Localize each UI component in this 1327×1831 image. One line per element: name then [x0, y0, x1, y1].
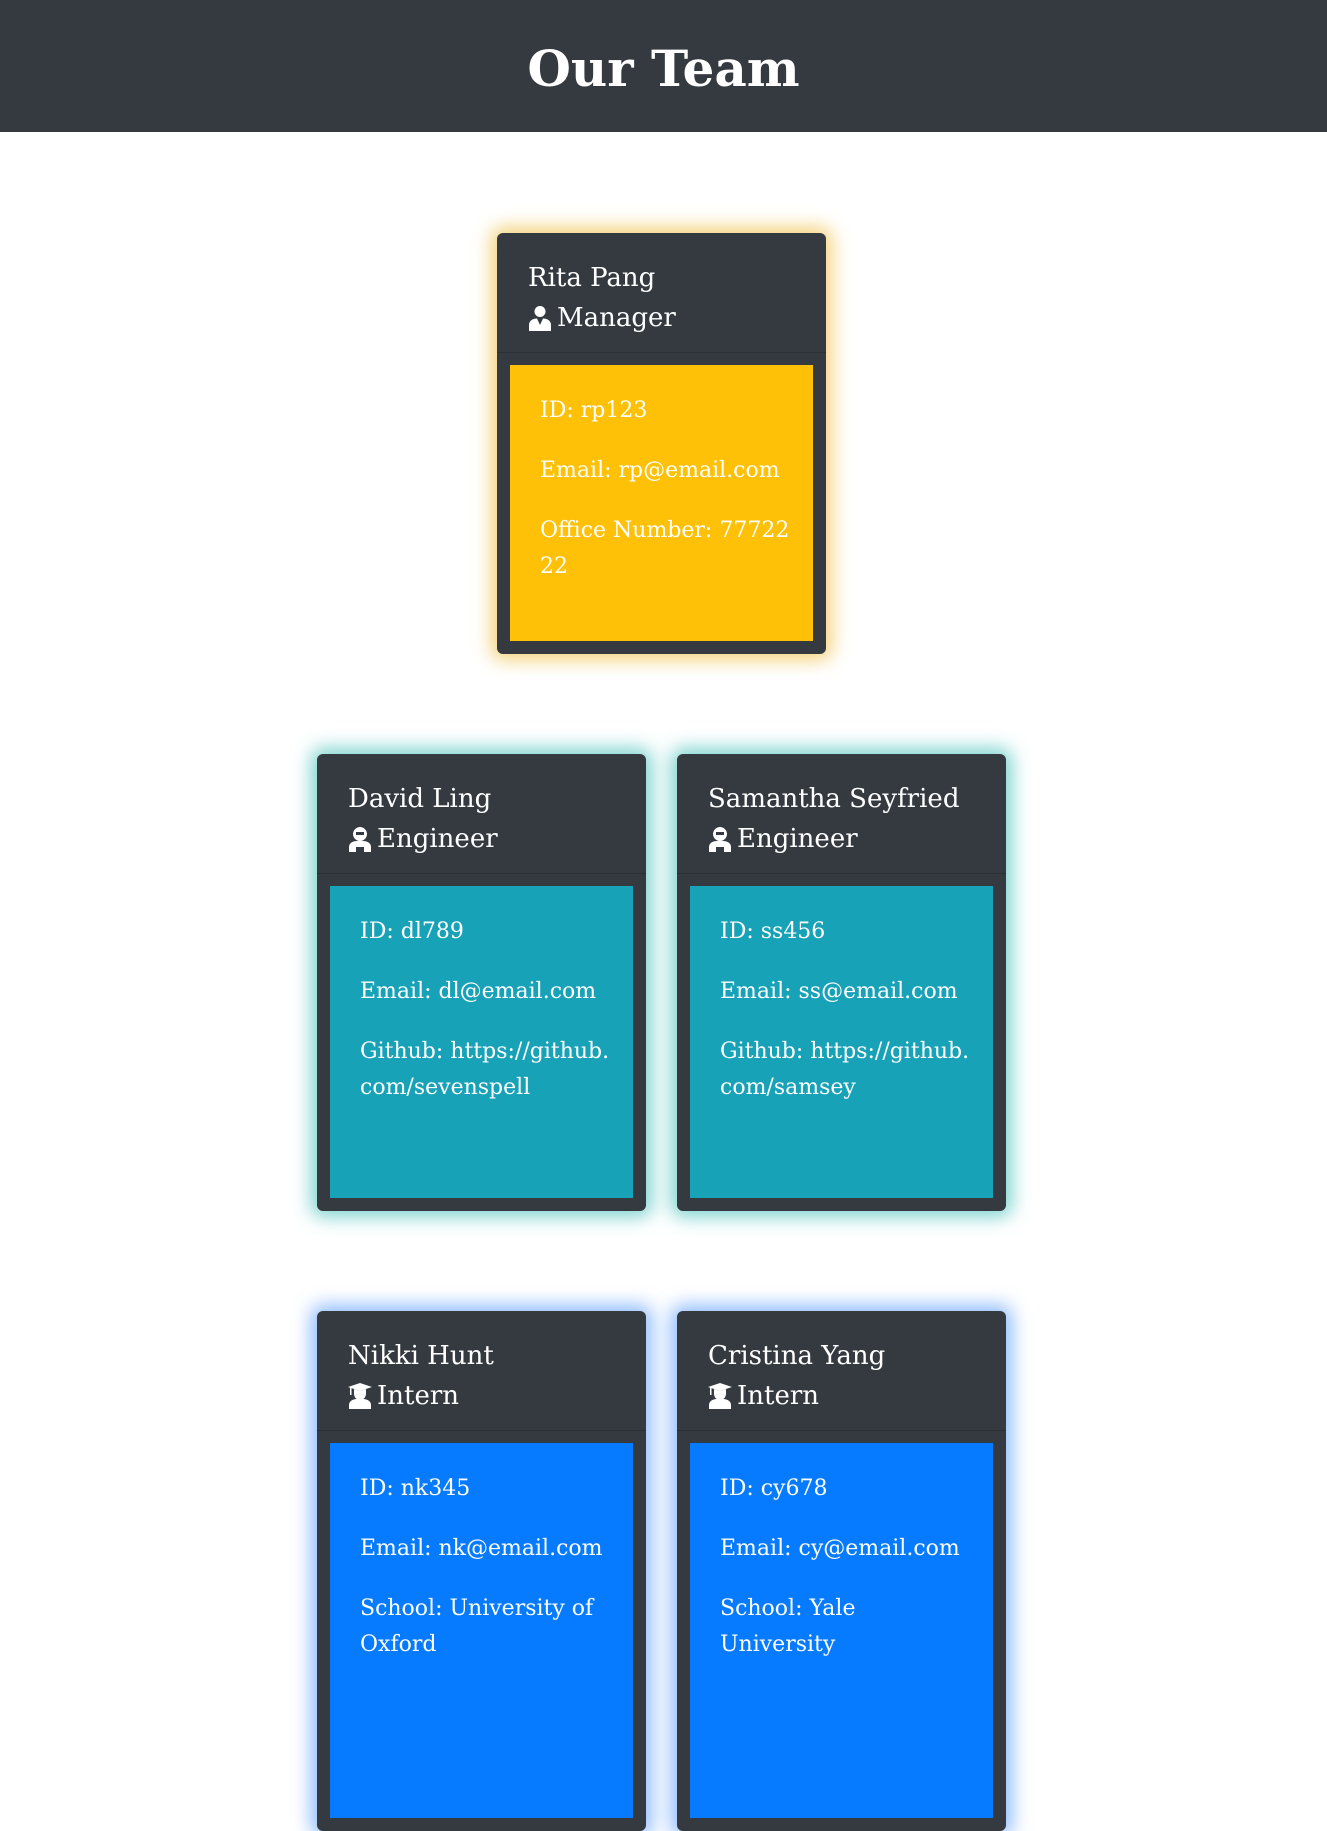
card-header: Samantha Seyfried Engineer	[677, 754, 1006, 874]
engineer-card: David Ling Engineer ID: dl789 Email: dl@…	[317, 754, 646, 1211]
engineer-icon	[349, 827, 371, 852]
role-label: Intern	[737, 1381, 820, 1411]
card-header: Nikki Hunt Intern	[317, 1311, 646, 1431]
employee-name: Nikki Hunt	[348, 1341, 494, 1371]
employee-id: ID: ss456	[720, 919, 826, 944]
engineer-icon	[709, 827, 731, 852]
card-body: ID: dl789 Email: dl@email.com Github: ht…	[330, 886, 633, 1198]
employee-email[interactable]: Email: cy@email.com	[720, 1531, 977, 1567]
card-header: Rita Pang Manager	[497, 233, 826, 353]
school: School: Yale University	[720, 1596, 856, 1657]
employee-name: Samantha Seyfried	[708, 784, 960, 814]
employee-id: ID: cy678	[720, 1476, 828, 1501]
intern-card: Nikki Hunt Intern ID: nk345 Email: nk@em…	[317, 1311, 646, 1831]
employee-email[interactable]: Email: rp@email.com	[540, 453, 797, 489]
employee-email[interactable]: Email: dl@email.com	[360, 974, 617, 1010]
github-link[interactable]: Github: https://github.com/sevenspell	[360, 1034, 617, 1106]
card-body: ID: nk345 Email: nk@email.com School: Un…	[330, 1443, 633, 1818]
employee-role: Engineer	[708, 819, 975, 859]
graduate-icon	[708, 1383, 732, 1409]
employee-role: Intern	[708, 1376, 975, 1416]
employee-id: ID: rp123	[540, 398, 648, 423]
role-label: Manager	[557, 303, 676, 333]
card-body: ID: ss456 Email: ss@email.com Github: ht…	[690, 886, 993, 1198]
card-header: Cristina Yang Intern	[677, 1311, 1006, 1431]
employee-name: Rita Pang	[528, 263, 656, 293]
employee-id: ID: dl789	[360, 919, 464, 944]
employee-id: ID: nk345	[360, 1476, 471, 1501]
card-header: David Ling Engineer	[317, 754, 646, 874]
employee-email[interactable]: Email: nk@email.com	[360, 1531, 617, 1567]
manager-card: Rita Pang Manager ID: rp123 Email: rp@em…	[497, 233, 826, 654]
github-link[interactable]: Github: https://github.com/samsey	[720, 1034, 977, 1106]
manager-icon	[529, 306, 551, 331]
card-body: ID: cy678 Email: cy@email.com School: Ya…	[690, 1443, 993, 1818]
graduate-icon	[348, 1383, 372, 1409]
employee-email[interactable]: Email: ss@email.com	[720, 974, 977, 1010]
role-label: Engineer	[377, 824, 498, 854]
employee-role: Intern	[348, 1376, 615, 1416]
engineer-card: Samantha Seyfried Engineer ID: ss456 Ema…	[677, 754, 1006, 1211]
office-number: Office Number: 7772222	[540, 518, 790, 579]
school: School: University of Oxford	[360, 1596, 594, 1657]
employee-name: David Ling	[348, 784, 492, 814]
employee-role: Manager	[528, 298, 795, 338]
card-body: ID: rp123 Email: rp@email.com Office Num…	[510, 365, 813, 641]
page-header: Our Team	[0, 0, 1327, 132]
role-label: Engineer	[737, 824, 858, 854]
employee-name: Cristina Yang	[708, 1341, 886, 1371]
page-title: Our Team	[527, 38, 800, 98]
intern-card: Cristina Yang Intern ID: cy678 Email: cy…	[677, 1311, 1006, 1831]
role-label: Intern	[377, 1381, 460, 1411]
employee-role: Engineer	[348, 819, 615, 859]
